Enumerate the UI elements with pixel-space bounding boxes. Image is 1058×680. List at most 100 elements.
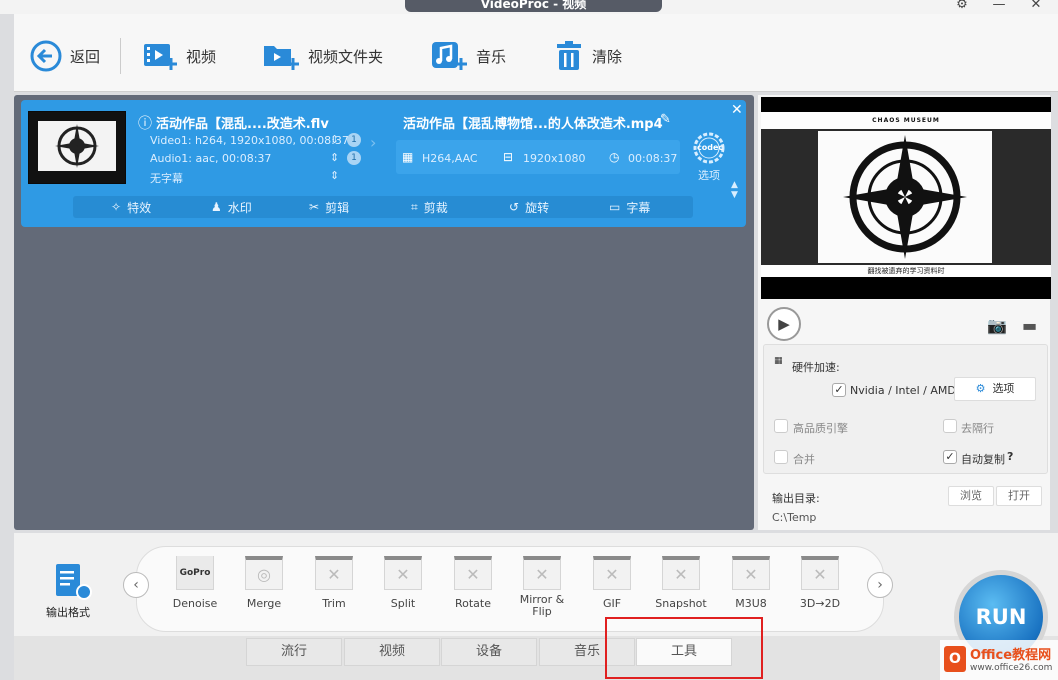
edit-toolbar: ✧ 特效 ♟ 水印 ✂ 剪辑 ⌗ 剪裁 ↺ 旋转 ▭ 字幕 <box>73 196 693 218</box>
close-button[interactable]: ✕ <box>1022 0 1050 12</box>
office-logo-icon: O <box>944 646 966 672</box>
gopro-icon: GoPro <box>176 556 214 590</box>
deinterlace-label: 去隔行 <box>961 422 994 435</box>
cut-button[interactable]: ✂ 剪辑 <box>309 196 349 218</box>
chip-icon: ▦ <box>774 356 783 366</box>
resolution-icon: ⊟ <box>503 150 514 164</box>
audio-track-select[interactable]: Audio1: aac, 00:08:37 <box>150 152 271 165</box>
subtitle-button[interactable]: ▭ 字幕 <box>609 196 650 218</box>
subtitle-arrows-icon[interactable]: ⇕ <box>330 169 339 182</box>
window-title: VideoProc - 视频 <box>405 0 662 12</box>
video-track-badge: 1 <box>347 133 361 147</box>
remove-file-icon[interactable]: ✕ <box>731 102 743 118</box>
play-button[interactable]: ▶ <box>767 307 801 341</box>
folder-icon[interactable]: ▬ <box>1022 316 1037 335</box>
tool-snapshot[interactable]: ✕ Snapshot <box>651 556 711 610</box>
gear-icon: ⚙ <box>975 382 986 395</box>
tool-gif[interactable]: ✕ GIF <box>582 556 642 610</box>
audio-track-badge: 1 <box>347 151 361 165</box>
subtitle-icon: ▭ <box>609 200 621 214</box>
tool-m3u8[interactable]: ✕ M3U8 <box>721 556 781 610</box>
output-format-label: 输出格式 <box>46 606 90 619</box>
auto-copy-checkbox[interactable]: ✓ <box>943 450 957 464</box>
output-codec: H264,AAC <box>422 152 478 165</box>
arrow-right-icon: › <box>370 133 377 152</box>
compass-logo-icon <box>843 135 967 259</box>
hq-engine-checkbox[interactable] <box>774 419 788 433</box>
output-format-button[interactable] <box>48 562 94 602</box>
tool-trim[interactable]: ✕ Trim <box>304 556 364 610</box>
info-icon[interactable]: ⓘ <box>138 113 152 133</box>
carousel-next-button[interactable]: › <box>867 572 893 598</box>
preview-caption: 翻找被遗弃的学习资料时 <box>867 267 945 275</box>
edit-name-icon[interactable]: ✎ <box>660 112 671 127</box>
clock-icon: ◷ <box>609 150 620 164</box>
tab-video[interactable]: 视频 <box>344 638 440 666</box>
thumbnail-frame <box>38 121 116 171</box>
video-track-select[interactable]: Video1: h264, 1920x1080, 00:08:37 <box>150 134 349 147</box>
clear-button[interactable]: 清除 <box>554 38 622 74</box>
output-dir-label: 输出目录: <box>772 492 820 505</box>
preview-frame <box>818 131 992 263</box>
watermark-button[interactable]: ♟ 水印 <box>211 196 252 218</box>
codec-label: codec <box>697 143 724 152</box>
hw-options-button[interactable]: ⚙ 选项 <box>954 377 1036 401</box>
back-button[interactable]: 返回 <box>30 38 100 74</box>
merge-label: 合并 <box>793 453 815 466</box>
tool-merge[interactable]: ◎ Merge <box>234 556 294 610</box>
subtitle-select[interactable]: 无字幕 <box>150 170 183 186</box>
reorder-arrows-icon[interactable]: ▲ ▼ <box>731 180 738 200</box>
snapshot-icon: ✕ <box>662 556 700 590</box>
audio-track-arrows-icon[interactable]: ⇕ <box>330 151 339 164</box>
hq-engine-label: 高品质引擎 <box>793 422 848 435</box>
rotate-icon: ↺ <box>509 200 520 214</box>
music-add-icon <box>432 42 467 70</box>
camera-icon[interactable]: 📷 <box>987 316 1007 335</box>
browse-button[interactable]: 浏览 <box>948 486 994 506</box>
tool-3d-2d[interactable]: ✕ 3D→2D <box>790 556 850 610</box>
tab-device[interactable]: 设备 <box>441 638 537 666</box>
nvidia-checkbox[interactable]: ✓ <box>832 383 846 397</box>
add-video-button[interactable]: 视频 <box>142 38 216 74</box>
minimize-button[interactable]: — <box>985 0 1013 12</box>
main-toolbar: 返回 视频 视频文件夹 音乐 清除 <box>14 14 1058 92</box>
carousel-prev-button[interactable]: ‹ <box>123 572 149 598</box>
output-dir-path[interactable]: C:\Temp <box>772 511 816 524</box>
open-button[interactable]: 打开 <box>996 486 1042 506</box>
tool-denoise[interactable]: GoPro Denoise <box>165 556 225 610</box>
3d-2d-icon: ✕ <box>801 556 839 590</box>
back-arrow-icon <box>30 40 62 72</box>
nvidia-label: Nvidia / Intel / AMD <box>850 384 956 397</box>
trim-icon: ✕ <box>315 556 353 590</box>
video-track-arrows-icon[interactable]: ⇕ <box>330 133 339 146</box>
crop-icon: ⌗ <box>411 199 418 214</box>
effects-button[interactable]: ✧ 特效 <box>111 196 151 218</box>
watermark-url: www.office26.com <box>970 663 1053 673</box>
options-label[interactable]: 选项 <box>698 167 720 183</box>
add-music-button[interactable]: 音乐 <box>430 38 506 74</box>
tool-mirror-flip[interactable]: ✕ Mirror & Flip <box>512 556 572 618</box>
watermark-brand: Office教程网 <box>970 648 1052 663</box>
tab-popular[interactable]: 流行 <box>246 638 342 666</box>
output-format-icon <box>56 564 92 600</box>
output-file-name: 活动作品【混乱博物馆...的人体改造术.mp4 <box>403 117 663 132</box>
trash-icon <box>557 41 581 70</box>
deinterlace-checkbox[interactable] <box>943 419 957 433</box>
add-video-folder-button[interactable]: 视频文件夹 <box>262 38 383 74</box>
gear-icon[interactable]: ⚙ <box>948 0 976 12</box>
rotate-button[interactable]: ↺ 旋转 <box>509 196 549 218</box>
auto-copy-label: 自动复制 <box>961 453 1005 466</box>
output-resolution: 1920x1080 <box>523 152 586 165</box>
help-icon[interactable]: ? <box>1007 450 1013 463</box>
tool-rotate[interactable]: ✕ Rotate <box>443 556 503 610</box>
split-icon: ✕ <box>384 556 422 590</box>
preview-header: CHAOS MUSEUM <box>872 117 940 124</box>
hw-accel-label: 硬件加速: <box>792 361 840 374</box>
rotate-tool-icon: ✕ <box>454 556 492 590</box>
crop-button[interactable]: ⌗ 剪裁 <box>411 196 448 218</box>
video-add-icon <box>144 44 177 70</box>
merge-checkbox[interactable] <box>774 450 788 464</box>
tool-split[interactable]: ✕ Split <box>373 556 433 610</box>
stamp-icon: ♟ <box>211 200 222 214</box>
output-duration: 00:08:37 <box>628 152 678 165</box>
